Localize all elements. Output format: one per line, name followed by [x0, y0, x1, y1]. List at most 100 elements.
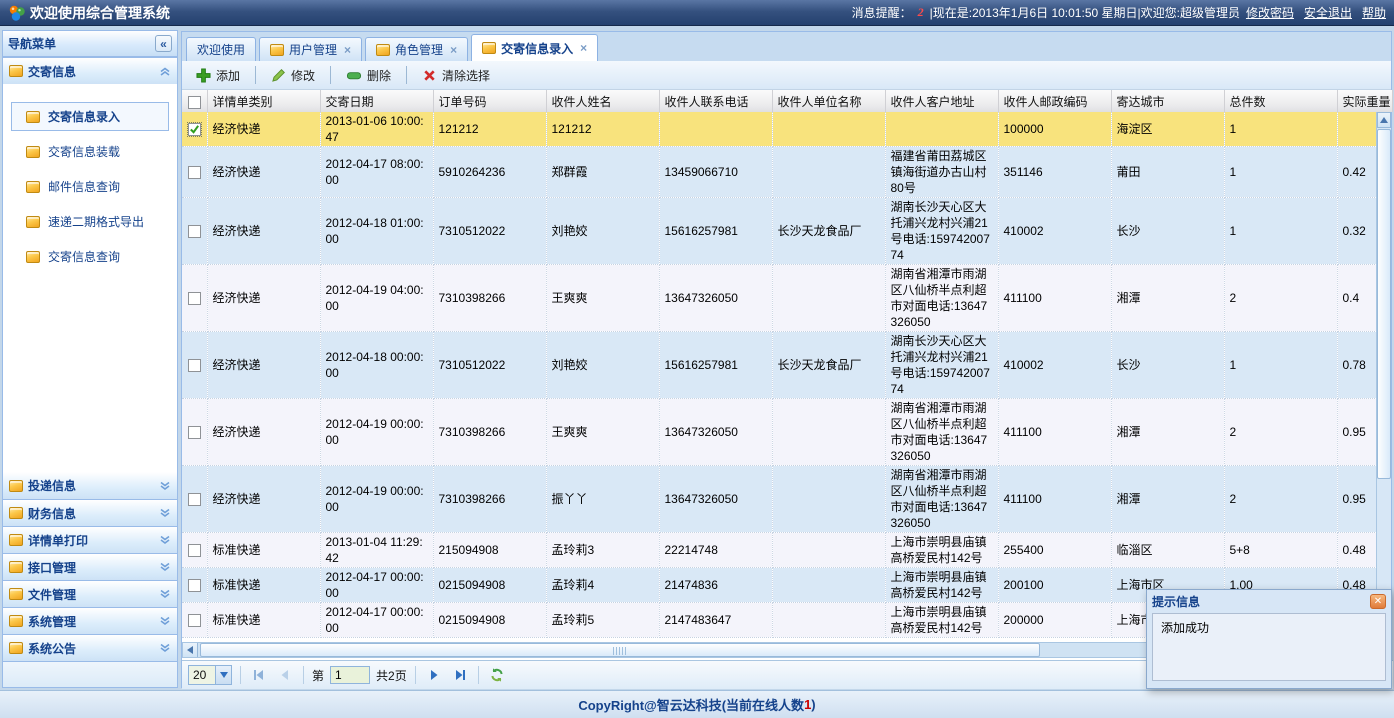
sidebar-section-header[interactable]: 系统公告: [3, 634, 177, 661]
column-header[interactable]: 收件人客户地址: [885, 90, 998, 112]
table-row[interactable]: 经济快递2013-01-06 10:00:4712121212121210000…: [182, 112, 1378, 147]
row-checkbox[interactable]: [188, 166, 201, 179]
column-header[interactable]: 订单号码: [433, 90, 546, 112]
column-header[interactable]: 详情单类别: [207, 90, 320, 112]
sidebar-collapsed-sections: 投递信息财务信息详情单打印接口管理文件管理系统管理系统公告: [3, 472, 177, 661]
chevron-double-down-icon[interactable]: [159, 507, 171, 519]
sidebar-section-header[interactable]: 接口管理: [3, 553, 177, 580]
sidebar-section-header[interactable]: 详情单打印: [3, 526, 177, 553]
row-checkbox[interactable]: [188, 123, 201, 136]
tab-item[interactable]: 交寄信息录入×: [471, 34, 598, 61]
close-icon[interactable]: ×: [450, 43, 457, 57]
sidebar-section-jiaoji[interactable]: 交寄信息: [3, 57, 177, 84]
scroll-left-icon[interactable]: [183, 643, 198, 657]
close-icon[interactable]: ×: [344, 43, 351, 57]
tab-item[interactable]: 用户管理×: [259, 37, 362, 61]
close-icon[interactable]: ×: [580, 41, 587, 55]
table-row[interactable]: 经济快递2012-04-19 04:00:007310398266王爽爽1364…: [182, 265, 1378, 332]
scroll-up-icon[interactable]: [1377, 112, 1391, 128]
chevron-double-down-icon[interactable]: [159, 642, 171, 654]
column-header[interactable]: 寄达城市: [1111, 90, 1224, 112]
tab-item[interactable]: 角色管理×: [365, 37, 468, 61]
table-cell: 0.42: [1337, 147, 1378, 198]
column-header[interactable]: 收件人单位名称: [772, 90, 885, 112]
row-checkbox-cell: [182, 332, 207, 399]
column-header[interactable]: 总件数: [1224, 90, 1337, 112]
first-page-icon[interactable]: [249, 665, 269, 685]
sidebar-item[interactable]: 邮件信息查询: [11, 172, 169, 201]
chevron-double-down-icon[interactable]: [159, 615, 171, 627]
toolbar-button[interactable]: 删除: [338, 64, 399, 87]
chevron-double-up-icon[interactable]: [159, 65, 171, 77]
table-cell: 长沙天龙食品厂: [772, 332, 885, 399]
next-page-icon[interactable]: [424, 665, 444, 685]
column-header[interactable]: 收件人联系电话: [659, 90, 772, 112]
row-checkbox[interactable]: [188, 292, 201, 305]
row-checkbox[interactable]: [188, 544, 201, 557]
select-all-checkbox[interactable]: [188, 96, 201, 109]
chevron-double-down-icon[interactable]: [159, 588, 171, 600]
table-cell: 标准快递: [207, 603, 320, 638]
package-icon: [9, 65, 23, 77]
table-cell: 121212: [433, 112, 546, 147]
toolbar-separator: [330, 66, 331, 84]
chevron-double-down-icon[interactable]: [159, 480, 171, 492]
refresh-icon[interactable]: [487, 665, 507, 685]
column-header[interactable]: 收件人姓名: [546, 90, 659, 112]
table-cell: 0.95: [1337, 466, 1378, 533]
sidebar-section-header[interactable]: 财务信息: [3, 499, 177, 526]
copyright-suffix: ): [811, 697, 815, 712]
table-row[interactable]: 经济快递2012-04-19 00:00:007310398266王爽爽1364…: [182, 399, 1378, 466]
table-cell: 湖南长沙天心区大托浦兴龙村兴浦21号电话:15974200774: [885, 198, 998, 265]
table-row[interactable]: 经济快递2012-04-18 01:00:007310512022刘艳姣1561…: [182, 198, 1378, 265]
horizontal-scroll-thumb[interactable]: [200, 643, 1040, 657]
last-page-icon[interactable]: [450, 665, 470, 685]
row-checkbox-cell: [182, 466, 207, 533]
row-checkbox[interactable]: [188, 493, 201, 506]
page-number-input[interactable]: [330, 666, 370, 684]
close-icon[interactable]: ✕: [1370, 594, 1386, 609]
column-header[interactable]: 收件人邮政编码: [998, 90, 1111, 112]
topbar-link[interactable]: 安全退出: [1304, 4, 1352, 21]
collapse-left-icon[interactable]: «: [155, 35, 172, 52]
vertical-scroll-thumb[interactable]: [1377, 129, 1391, 479]
row-checkbox[interactable]: [188, 225, 201, 238]
sidebar-section-header[interactable]: 投递信息: [3, 472, 177, 499]
message-alert-icon[interactable]: 2: [918, 5, 924, 20]
column-header[interactable]: 实际重量: [1337, 90, 1392, 112]
sidebar-item[interactable]: 速递二期格式导出: [11, 207, 169, 236]
sidebar-section-header[interactable]: 系统管理: [3, 607, 177, 634]
row-checkbox[interactable]: [188, 614, 201, 627]
table-cell: 湖南长沙天心区大托浦兴龙村兴浦21号电话:15974200774: [885, 332, 998, 399]
table-cell: 215094908: [433, 533, 546, 568]
tab-item[interactable]: 欢迎使用: [186, 37, 256, 61]
toolbar-button[interactable]: 添加: [188, 64, 248, 87]
toolbar-button[interactable]: 修改: [263, 64, 323, 87]
chevron-double-down-icon[interactable]: [159, 534, 171, 546]
chevron-double-down-icon[interactable]: [159, 561, 171, 573]
row-checkbox[interactable]: [188, 426, 201, 439]
dropdown-icon[interactable]: [215, 666, 231, 684]
column-header[interactable]: 交寄日期: [320, 90, 433, 112]
row-checkbox-cell: [182, 112, 207, 147]
table-row[interactable]: 经济快递2012-04-18 00:00:007310512022刘艳姣1561…: [182, 332, 1378, 399]
sidebar-item[interactable]: 交寄信息查询: [11, 242, 169, 271]
row-checkbox[interactable]: [188, 579, 201, 592]
sidebar-item[interactable]: 交寄信息装载: [11, 137, 169, 166]
sidebar-item[interactable]: 交寄信息录入: [11, 102, 169, 131]
message-alert-label: 消息提醒：: [852, 4, 912, 21]
table-row[interactable]: 经济快递2012-04-17 08:00:005910264236郑群霞1345…: [182, 147, 1378, 198]
table-cell: 刘艳姣: [546, 198, 659, 265]
page-size-select[interactable]: 20: [188, 665, 232, 685]
vertical-scrollbar[interactable]: [1376, 112, 1391, 640]
toolbar-button[interactable]: 清除选择: [414, 64, 498, 87]
row-checkbox[interactable]: [188, 359, 201, 372]
table-cell: 200100: [998, 568, 1111, 603]
sidebar-section-header[interactable]: 文件管理: [3, 580, 177, 607]
page-label: 第: [312, 667, 324, 684]
topbar-link[interactable]: 帮助: [1362, 4, 1386, 21]
prev-page-icon[interactable]: [275, 665, 295, 685]
topbar-link[interactable]: 修改密码: [1246, 4, 1294, 21]
table-row[interactable]: 经济快递2012-04-19 00:00:007310398266振丫丫1364…: [182, 466, 1378, 533]
table-row[interactable]: 标准快递2013-01-04 11:29:42215094908孟玲莉32221…: [182, 533, 1378, 568]
